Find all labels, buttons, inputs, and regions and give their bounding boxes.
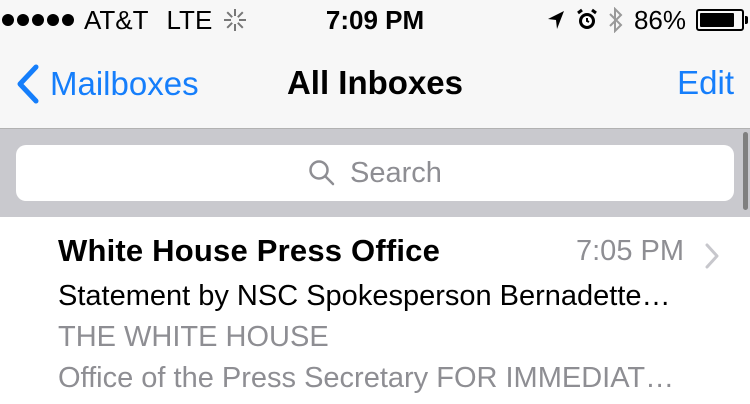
message-preview-line1: THE WHITE HOUSE: [58, 321, 329, 353]
list-item[interactable]: White House Press Office 7:05 PM Stateme…: [0, 217, 750, 404]
alarm-icon: [577, 8, 597, 29]
search-input[interactable]: Search: [16, 145, 734, 201]
page-title: All Inboxes: [286, 64, 464, 101]
message-time: 7:05 PM: [576, 235, 684, 267]
status-right: 86%: [546, 0, 748, 40]
location-arrow-icon: [547, 11, 564, 29]
search-bar-container: Search: [0, 128, 750, 218]
battery-icon: [696, 9, 748, 31]
status-bar: AT&T LTE 7:09 PM 86%: [0, 0, 750, 40]
bluetooth-icon: [609, 7, 623, 33]
navigation-bar: Mailboxes All Inboxes Edit: [0, 40, 750, 128]
search-icon: [309, 160, 335, 186]
message-preview-line2: Office of the Press Secretary FOR IMMEDI…: [58, 362, 675, 394]
chevron-right-icon: [705, 243, 719, 269]
message-sender: White House Press Office: [58, 233, 441, 268]
edit-button[interactable]: Edit: [677, 64, 734, 102]
scrollbar[interactable]: [743, 132, 748, 210]
message-subject: Statement by NSC Spokesperson Bernadette…: [58, 280, 671, 312]
battery-percent: 86%: [633, 5, 686, 35]
search-placeholder: Search: [350, 156, 442, 189]
